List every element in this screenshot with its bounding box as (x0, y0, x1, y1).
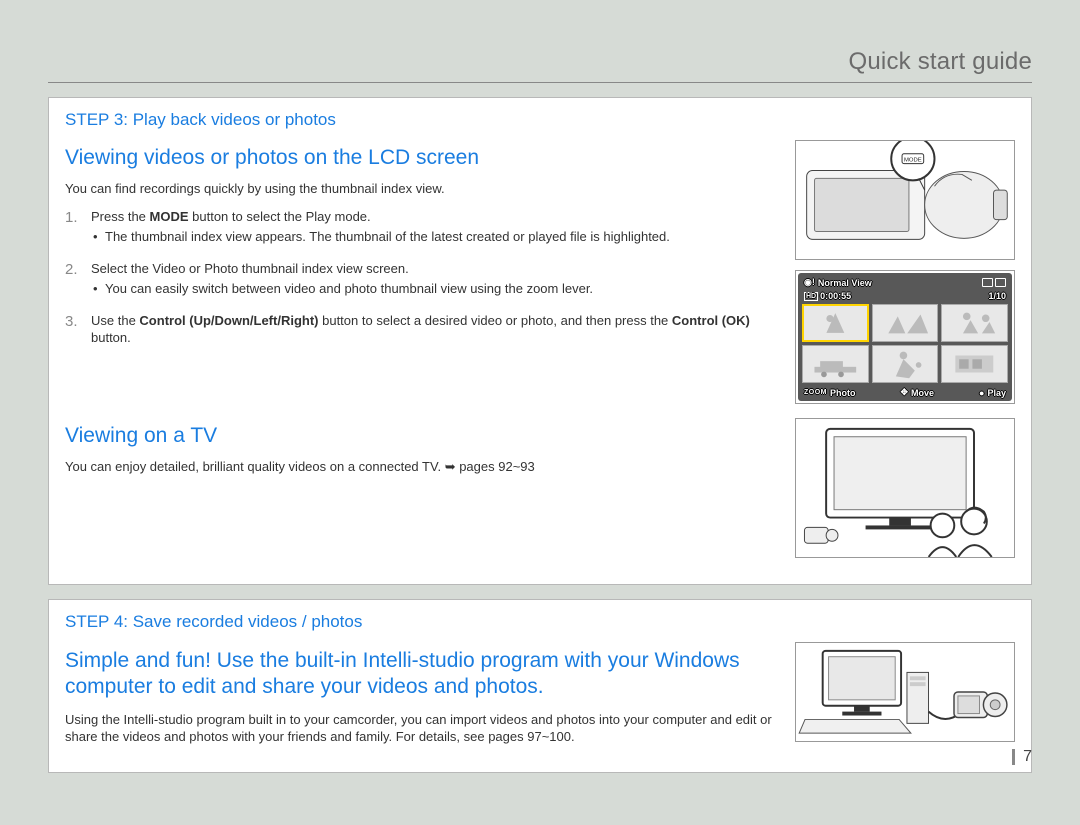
mode-button-label: MODE (904, 158, 922, 164)
step3-section1-text: Viewing videos or photos on the LCD scre… (65, 140, 781, 414)
step3-section2-text: Viewing on a TV You can enjoy detailed, … (65, 418, 781, 568)
card-icon (982, 278, 993, 287)
step3-section1-intro: You can find recordings quickly by using… (65, 180, 781, 198)
page-content: Quick start guide STEP 3: Play back vide… (48, 48, 1032, 801)
screen-time: 0:00:55 (820, 291, 851, 301)
step4-heading: Simple and fun! Use the built-in Intelli… (65, 648, 781, 701)
screen-bot-move: Move (911, 388, 934, 398)
tv-icon (796, 419, 1014, 557)
tv-viewing-illustration (795, 418, 1015, 558)
step4-body: Using the Intelli-studio program built i… (65, 711, 781, 746)
alert-icon: ◉! (804, 277, 815, 288)
screen-bot-play: Play (987, 388, 1006, 398)
step3-section2-heading: Viewing on a TV (65, 424, 781, 448)
page-header: Quick start guide (48, 48, 1032, 83)
arrow-icon: ➥ (445, 459, 456, 474)
list-bullet: The thumbnail index view appears. The th… (91, 228, 781, 246)
screen-bot-photo: Photo (830, 388, 856, 398)
step3-section1-heading: Viewing videos or photos on the LCD scre… (65, 146, 781, 170)
dot-icon: ● (979, 388, 984, 398)
thumbnail (941, 304, 1008, 342)
step3-section2-row: Viewing on a TV You can enjoy detailed, … (65, 418, 1015, 568)
screen-mode-label: Normal View (818, 278, 872, 288)
battery-icon (995, 278, 1006, 287)
camcorder-icon: MODE (796, 141, 1014, 259)
thumbnail (872, 304, 939, 342)
lcd-thumbnail-screen: ◉! Normal View HD 0:00:55 (795, 270, 1015, 404)
list-item: Select the Video or Photo thumbnail inde… (65, 260, 781, 298)
step3-section2-image (795, 418, 1015, 568)
thumbnail-grid (802, 304, 1008, 383)
hd-icon: HD (804, 292, 818, 301)
list-item: Use the Control (Up/Down/Left/Right) but… (65, 312, 781, 347)
page-title: Quick start guide (849, 48, 1032, 75)
step3-section1-row: Viewing videos or photos on the LCD scre… (65, 140, 1015, 414)
thumbnail (802, 345, 869, 383)
zoom-label: ZOOM (804, 389, 827, 396)
dpad-icon: ✥ (900, 387, 908, 398)
pc-icon (796, 643, 1014, 741)
thumbnail (872, 345, 939, 383)
thumbnail (941, 345, 1008, 383)
step4-card: STEP 4: Save recorded videos / photos Si… (48, 599, 1032, 773)
camcorder-mode-illustration: MODE (795, 140, 1015, 260)
step4-text: Simple and fun! Use the built-in Intelli… (65, 642, 781, 756)
step3-section2-body: You can enjoy detailed, brilliant qualit… (65, 458, 781, 476)
thumbnail-selected (802, 304, 869, 342)
page-number: 7 (1012, 749, 1032, 765)
step4-row: Simple and fun! Use the built-in Intelli… (65, 642, 1015, 756)
step3-title: STEP 3: Play back videos or photos (65, 110, 1015, 130)
step3-card: STEP 3: Play back videos or photos Viewi… (48, 97, 1032, 585)
step4-title: STEP 4: Save recorded videos / photos (65, 612, 1015, 632)
step3-instruction-list: Press the MODE button to select the Play… (65, 208, 781, 347)
step3-section1-images: MODE ◉! Normal View (795, 140, 1015, 414)
screen-counter: 1/10 (988, 291, 1006, 301)
list-bullet: You can easily switch between video and … (91, 280, 781, 298)
list-item: Press the MODE button to select the Play… (65, 208, 781, 246)
step4-image (795, 642, 1015, 756)
pc-transfer-illustration (795, 642, 1015, 742)
